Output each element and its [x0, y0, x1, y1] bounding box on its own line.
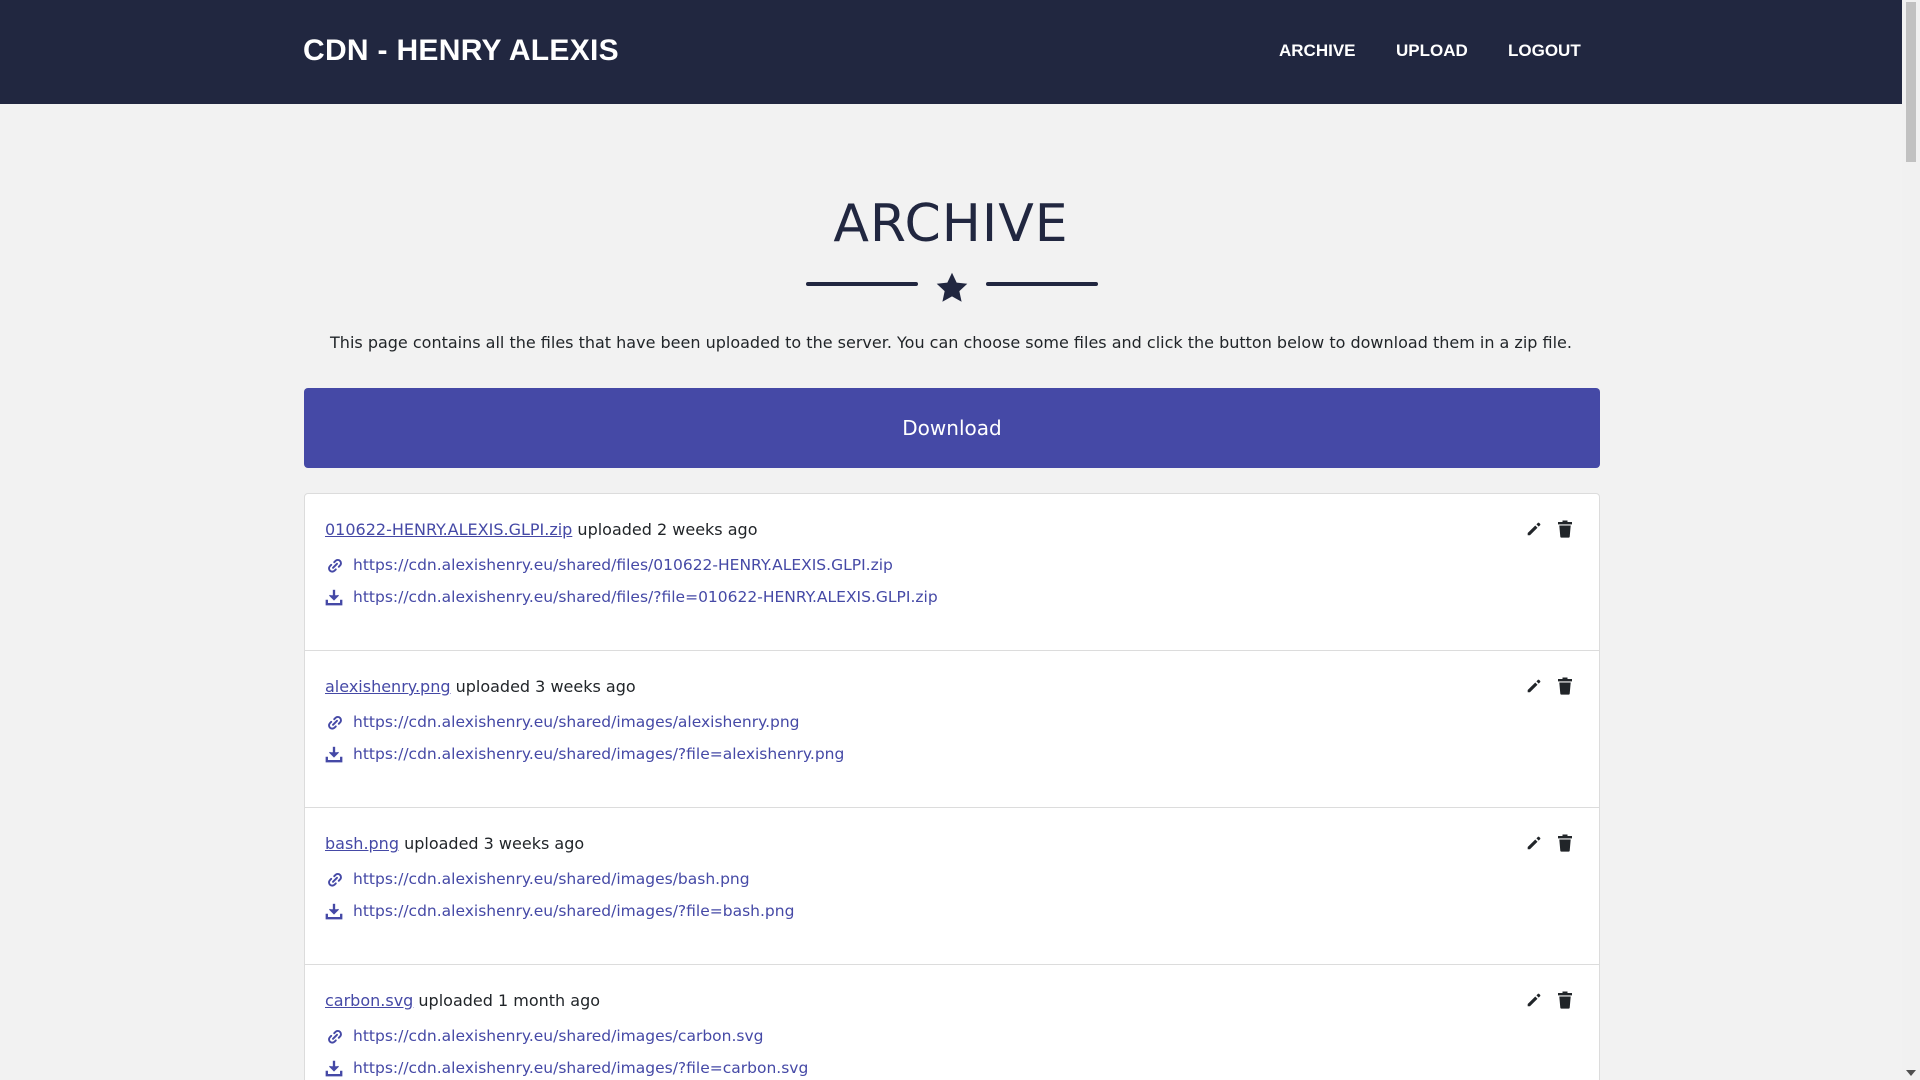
- pencil-icon[interactable]: [1525, 520, 1545, 540]
- file-list: 010622-HENRY.ALEXIS.GLPI.zip uploaded 2 …: [304, 493, 1600, 1080]
- divider-line-left: [806, 282, 918, 286]
- file-direct-link-row: https://cdn.alexishenry.eu/shared/images…: [325, 713, 800, 731]
- file-direct-link[interactable]: https://cdn.alexishenry.eu/shared/files/…: [353, 556, 893, 574]
- file-actions: [1525, 834, 1579, 854]
- divider-line-right: [986, 282, 1098, 286]
- download-icon: [325, 1059, 347, 1077]
- trash-icon[interactable]: [1557, 834, 1577, 854]
- link-icon: [325, 556, 347, 574]
- file-direct-link-row: https://cdn.alexishenry.eu/shared/images…: [325, 1027, 763, 1045]
- trash-icon[interactable]: [1557, 677, 1577, 697]
- file-download-link-row: https://cdn.alexishenry.eu/shared/images…: [325, 745, 844, 763]
- top-navbar: CDN - HENRY ALEXIS ARCHIVE UPLOAD LOGOUT: [0, 0, 1902, 104]
- file-direct-link[interactable]: https://cdn.alexishenry.eu/shared/images…: [353, 713, 800, 731]
- file-direct-link-row: https://cdn.alexishenry.eu/shared/images…: [325, 870, 750, 888]
- file-item: alexishenry.png uploaded 3 weeks ago http…: [305, 651, 1599, 808]
- file-item: 010622-HENRY.ALEXIS.GLPI.zip uploaded 2 …: [305, 494, 1599, 651]
- file-direct-link[interactable]: https://cdn.alexishenry.eu/shared/images…: [353, 870, 750, 888]
- file-upload-time: uploaded 3 weeks ago: [455, 677, 636, 696]
- file-download-link-row: https://cdn.alexishenry.eu/shared/images…: [325, 1059, 808, 1077]
- nav-logout-link[interactable]: LOGOUT: [1508, 41, 1581, 61]
- download-icon: [325, 745, 347, 763]
- file-upload-time: uploaded 3 weeks ago: [404, 834, 585, 853]
- file-download-link[interactable]: https://cdn.alexishenry.eu/shared/files/…: [353, 588, 938, 606]
- file-download-link[interactable]: https://cdn.alexishenry.eu/shared/images…: [353, 745, 844, 763]
- file-download-link[interactable]: https://cdn.alexishenry.eu/shared/images…: [353, 1059, 808, 1077]
- pencil-icon[interactable]: [1525, 677, 1545, 697]
- download-icon: [325, 588, 347, 606]
- title-divider: [0, 270, 1902, 310]
- file-download-link-row: https://cdn.alexishenry.eu/shared/images…: [325, 902, 794, 920]
- page-title: ARCHIVE: [833, 194, 1069, 254]
- file-download-link[interactable]: https://cdn.alexishenry.eu/shared/images…: [353, 902, 794, 920]
- file-header: bash.png uploaded 3 weeks ago: [325, 834, 584, 853]
- main-nav: ARCHIVE UPLOAD LOGOUT: [0, 41, 1902, 65]
- file-item: carbon.svg uploaded 1 month ago https://c…: [305, 965, 1599, 1080]
- page-scrollbar[interactable]: [1902, 0, 1920, 1080]
- scroll-down-arrow-icon[interactable]: [1906, 1070, 1916, 1076]
- page-intro: This page contains all the files that ha…: [330, 333, 1572, 352]
- pencil-icon[interactable]: [1525, 834, 1545, 854]
- file-actions: [1525, 677, 1579, 697]
- file-actions: [1525, 520, 1579, 540]
- scrollbar-thumb[interactable]: [1906, 2, 1916, 162]
- file-header: alexishenry.png uploaded 3 weeks ago: [325, 677, 636, 696]
- nav-upload-link[interactable]: UPLOAD: [1396, 41, 1468, 61]
- file-direct-link[interactable]: https://cdn.alexishenry.eu/shared/images…: [353, 1027, 763, 1045]
- file-name-link[interactable]: 010622-HENRY.ALEXIS.GLPI.zip: [325, 520, 572, 539]
- file-direct-link-row: https://cdn.alexishenry.eu/shared/files/…: [325, 556, 893, 574]
- file-name-link[interactable]: carbon.svg: [325, 991, 413, 1010]
- file-download-link-row: https://cdn.alexishenry.eu/shared/files/…: [325, 588, 938, 606]
- download-button[interactable]: Download: [304, 388, 1600, 468]
- star-icon: [936, 272, 968, 302]
- file-upload-time: uploaded 1 month ago: [418, 991, 601, 1010]
- file-item: bash.png uploaded 3 weeks ago https://cdn…: [305, 808, 1599, 965]
- file-name-link[interactable]: bash.png: [325, 834, 399, 853]
- file-header: 010622-HENRY.ALEXIS.GLPI.zip uploaded 2 …: [325, 520, 757, 539]
- pencil-icon[interactable]: [1525, 991, 1545, 1011]
- trash-icon[interactable]: [1557, 991, 1577, 1011]
- download-icon: [325, 902, 347, 920]
- link-icon: [325, 713, 347, 731]
- nav-archive-link[interactable]: ARCHIVE: [1279, 41, 1356, 61]
- link-icon: [325, 1027, 347, 1045]
- file-header: carbon.svg uploaded 1 month ago: [325, 991, 600, 1010]
- file-actions: [1525, 991, 1579, 1011]
- link-icon: [325, 870, 347, 888]
- trash-icon[interactable]: [1557, 520, 1577, 540]
- file-name-link[interactable]: alexishenry.png: [325, 677, 451, 696]
- file-upload-time: uploaded 2 weeks ago: [577, 520, 758, 539]
